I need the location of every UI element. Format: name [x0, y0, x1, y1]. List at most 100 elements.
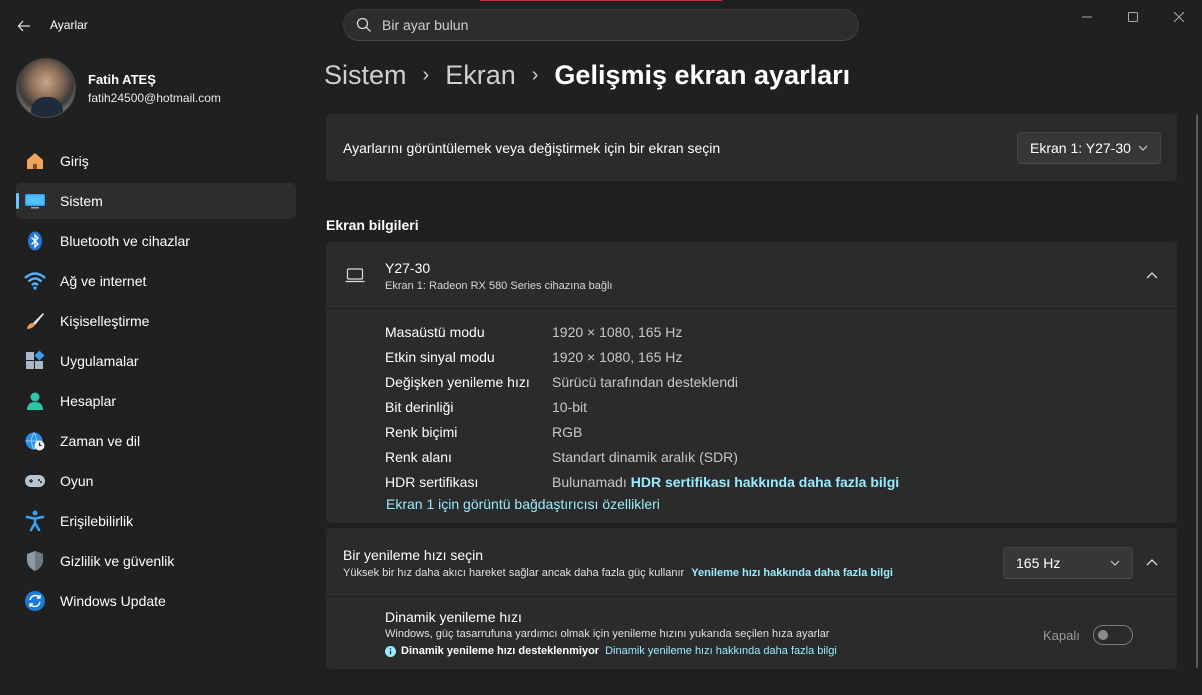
breadcrumb-sistem[interactable]: Sistem	[324, 60, 407, 91]
display-info-header[interactable]: Y27-30 Ekran 1: Radeon RX 580 Series cih…	[326, 242, 1177, 309]
sidebar-item-privacy[interactable]: Gizlilik ve güvenlik	[16, 543, 296, 579]
dynamic-refresh-info: Dinamik yenileme hızı desteklenmiyor Din…	[385, 645, 837, 657]
sidebar-item-label: Ağ ve internet	[60, 273, 147, 289]
globe-clock-icon	[24, 430, 46, 452]
info-key: Masaüstü modu	[385, 323, 485, 340]
info-row: HDR sertifikası Bulunamadı HDR sertifika…	[385, 469, 899, 494]
update-icon	[24, 590, 46, 612]
sidebar-item-personalization[interactable]: Kişiselleştirme	[16, 303, 296, 339]
toggle-state-label: Kapalı	[1043, 628, 1080, 643]
sidebar-item-windows-update[interactable]: Windows Update	[16, 583, 296, 619]
info-icon	[385, 645, 396, 657]
sidebar-item-label: Erişilebilirlik	[60, 513, 134, 529]
maximize-icon	[1128, 12, 1138, 22]
wifi-icon	[24, 270, 46, 292]
section-title-display-info: Ekran bilgileri	[326, 217, 419, 233]
sidebar-item-label: Zaman ve dil	[60, 433, 141, 449]
search-icon	[356, 17, 371, 32]
sidebar-item-accounts[interactable]: Hesaplar	[16, 383, 296, 419]
info-row: Renk biçimi RGB	[385, 419, 899, 444]
info-value: Standart dinamik aralık (SDR)	[552, 448, 738, 465]
dynamic-refresh-card: Dinamik yenileme hızı Windows, güç tasar…	[326, 597, 1177, 669]
refresh-rate-value: 165 Hz	[1016, 555, 1061, 571]
breadcrumb-ekran[interactable]: Ekran	[445, 60, 516, 91]
profile-email: fatih24500@hotmail.com	[88, 90, 221, 105]
refresh-rate-description: Yüksek bir hız daha akıcı hareket sağlar…	[343, 567, 685, 579]
maximize-button[interactable]	[1110, 0, 1156, 34]
sidebar-item-label: Hesaplar	[60, 393, 117, 409]
info-row: Masaüstü modu 1920 × 1080, 165 Hz	[385, 319, 899, 344]
dynamic-refresh-title: Dinamik yenileme hızı	[385, 609, 522, 625]
chevron-up-icon	[1146, 558, 1158, 565]
info-value: 1920 × 1080, 165 Hz	[552, 348, 683, 365]
sidebar-item-label: Gizlilik ve güvenlik	[60, 553, 175, 569]
sidebar-item-gaming[interactable]: Oyun	[16, 463, 296, 499]
dynamic-refresh-unsupported: Dinamik yenileme hızı desteklenmiyor	[401, 645, 600, 657]
info-key: HDR sertifikası	[385, 473, 479, 490]
sidebar-item-giris[interactable]: Giriş	[16, 143, 296, 179]
accessibility-icon	[24, 510, 46, 532]
display-select-dropdown[interactable]: Ekran 1: Y27-30	[1017, 132, 1161, 164]
page-title: Gelişmiş ekran ayarları	[554, 60, 851, 90]
scrollbar[interactable]	[1196, 114, 1198, 668]
info-value: Sürücü tarafından desteklendi	[552, 373, 739, 390]
monitor-name: Y27-30	[385, 260, 431, 276]
sidebar-item-label: Sistem	[60, 193, 103, 209]
system-icon	[24, 190, 46, 212]
sidebar-item-sistem[interactable]: Sistem	[16, 183, 296, 219]
close-button[interactable]	[1156, 0, 1202, 34]
info-row: Renk alanı Standart dinamik aralık (SDR)	[385, 444, 899, 469]
dynamic-refresh-subtitle: Windows, güç tasarrufuna yardımcı olmak …	[385, 628, 830, 640]
info-key: Renk alanı	[385, 448, 452, 465]
shield-icon	[24, 550, 46, 572]
accent-line	[480, 0, 722, 1]
display-info-rows: Masaüstü modu 1920 × 1080, 165 Hz Etkin …	[385, 319, 899, 494]
breadcrumb: Sistem › Ekran › Gelişmiş ekran ayarları	[324, 60, 850, 91]
sidebar-item-accessibility[interactable]: Erişilebilirlik	[16, 503, 296, 539]
app-title: Ayarlar	[50, 18, 88, 32]
sidebar-item-apps[interactable]: Uygulamalar	[16, 343, 296, 379]
info-key: Etkin sinyal modu	[385, 348, 495, 365]
display-select-label: Ayarlarını görüntülemek veya değiştirmek…	[343, 139, 721, 156]
search-input[interactable]	[382, 17, 842, 33]
chevron-right-icon: ›	[422, 64, 430, 86]
hdr-info-link[interactable]: HDR sertifikası hakkında daha fazla bilg…	[631, 474, 899, 490]
collapse-refresh-button[interactable]	[1136, 546, 1168, 578]
info-value: 10-bit	[552, 398, 588, 415]
gamepad-icon	[24, 470, 46, 492]
user-profile[interactable]: Fatih ATEŞ fatih24500@hotmail.com	[16, 58, 221, 118]
dynamic-refresh-toggle[interactable]	[1093, 625, 1133, 645]
refresh-rate-dropdown[interactable]: 165 Hz	[1003, 547, 1133, 579]
back-button[interactable]	[10, 12, 38, 40]
info-row: Değişken yenileme hızı Sürücü tarafından…	[385, 369, 899, 394]
chevron-down-icon	[1110, 560, 1120, 566]
sidebar-item-bluetooth[interactable]: Bluetooth ve cihazlar	[16, 223, 296, 259]
display-info-card: Y27-30 Ekran 1: Radeon RX 580 Series cih…	[326, 242, 1177, 523]
adapter-properties-link[interactable]: Ekran 1 için görüntü bağdaştırıcısı özel…	[386, 496, 660, 512]
dynamic-refresh-info-link[interactable]: Dinamik yenileme hızı hakkında daha fazl…	[605, 645, 837, 657]
window-controls	[1064, 0, 1202, 34]
sidebar-item-network[interactable]: Ağ ve internet	[16, 263, 296, 299]
refresh-rate-info-link[interactable]: Yenileme hızı hakkında daha fazla bilgi	[691, 567, 893, 579]
info-value: RGB	[552, 423, 583, 440]
sidebar-item-label: Giriş	[60, 153, 89, 169]
sidebar-item-label: Uygulamalar	[60, 353, 139, 369]
avatar	[16, 58, 76, 118]
collapse-button[interactable]	[1136, 259, 1168, 291]
sidebar-item-time-language[interactable]: Zaman ve dil	[16, 423, 296, 459]
chevron-right-icon: ›	[531, 64, 539, 86]
info-value: 1920 × 1080, 165 Hz	[552, 323, 683, 340]
bluetooth-icon	[24, 230, 46, 252]
info-key: Değişken yenileme hızı	[385, 373, 530, 390]
info-key: Bit derinliği	[385, 398, 454, 415]
search-box[interactable]	[343, 9, 859, 41]
laptop-icon	[345, 268, 365, 283]
minimize-icon	[1082, 16, 1092, 18]
back-arrow-icon	[17, 20, 30, 32]
minimize-button[interactable]	[1064, 0, 1110, 34]
brush-icon	[24, 310, 46, 332]
close-icon	[1174, 12, 1184, 22]
display-select-value: Ekran 1: Y27-30	[1030, 140, 1131, 156]
refresh-rate-subtitle: Yüksek bir hız daha akıcı hareket sağlar…	[343, 567, 893, 579]
info-row: Bit derinliği 10-bit	[385, 394, 899, 419]
